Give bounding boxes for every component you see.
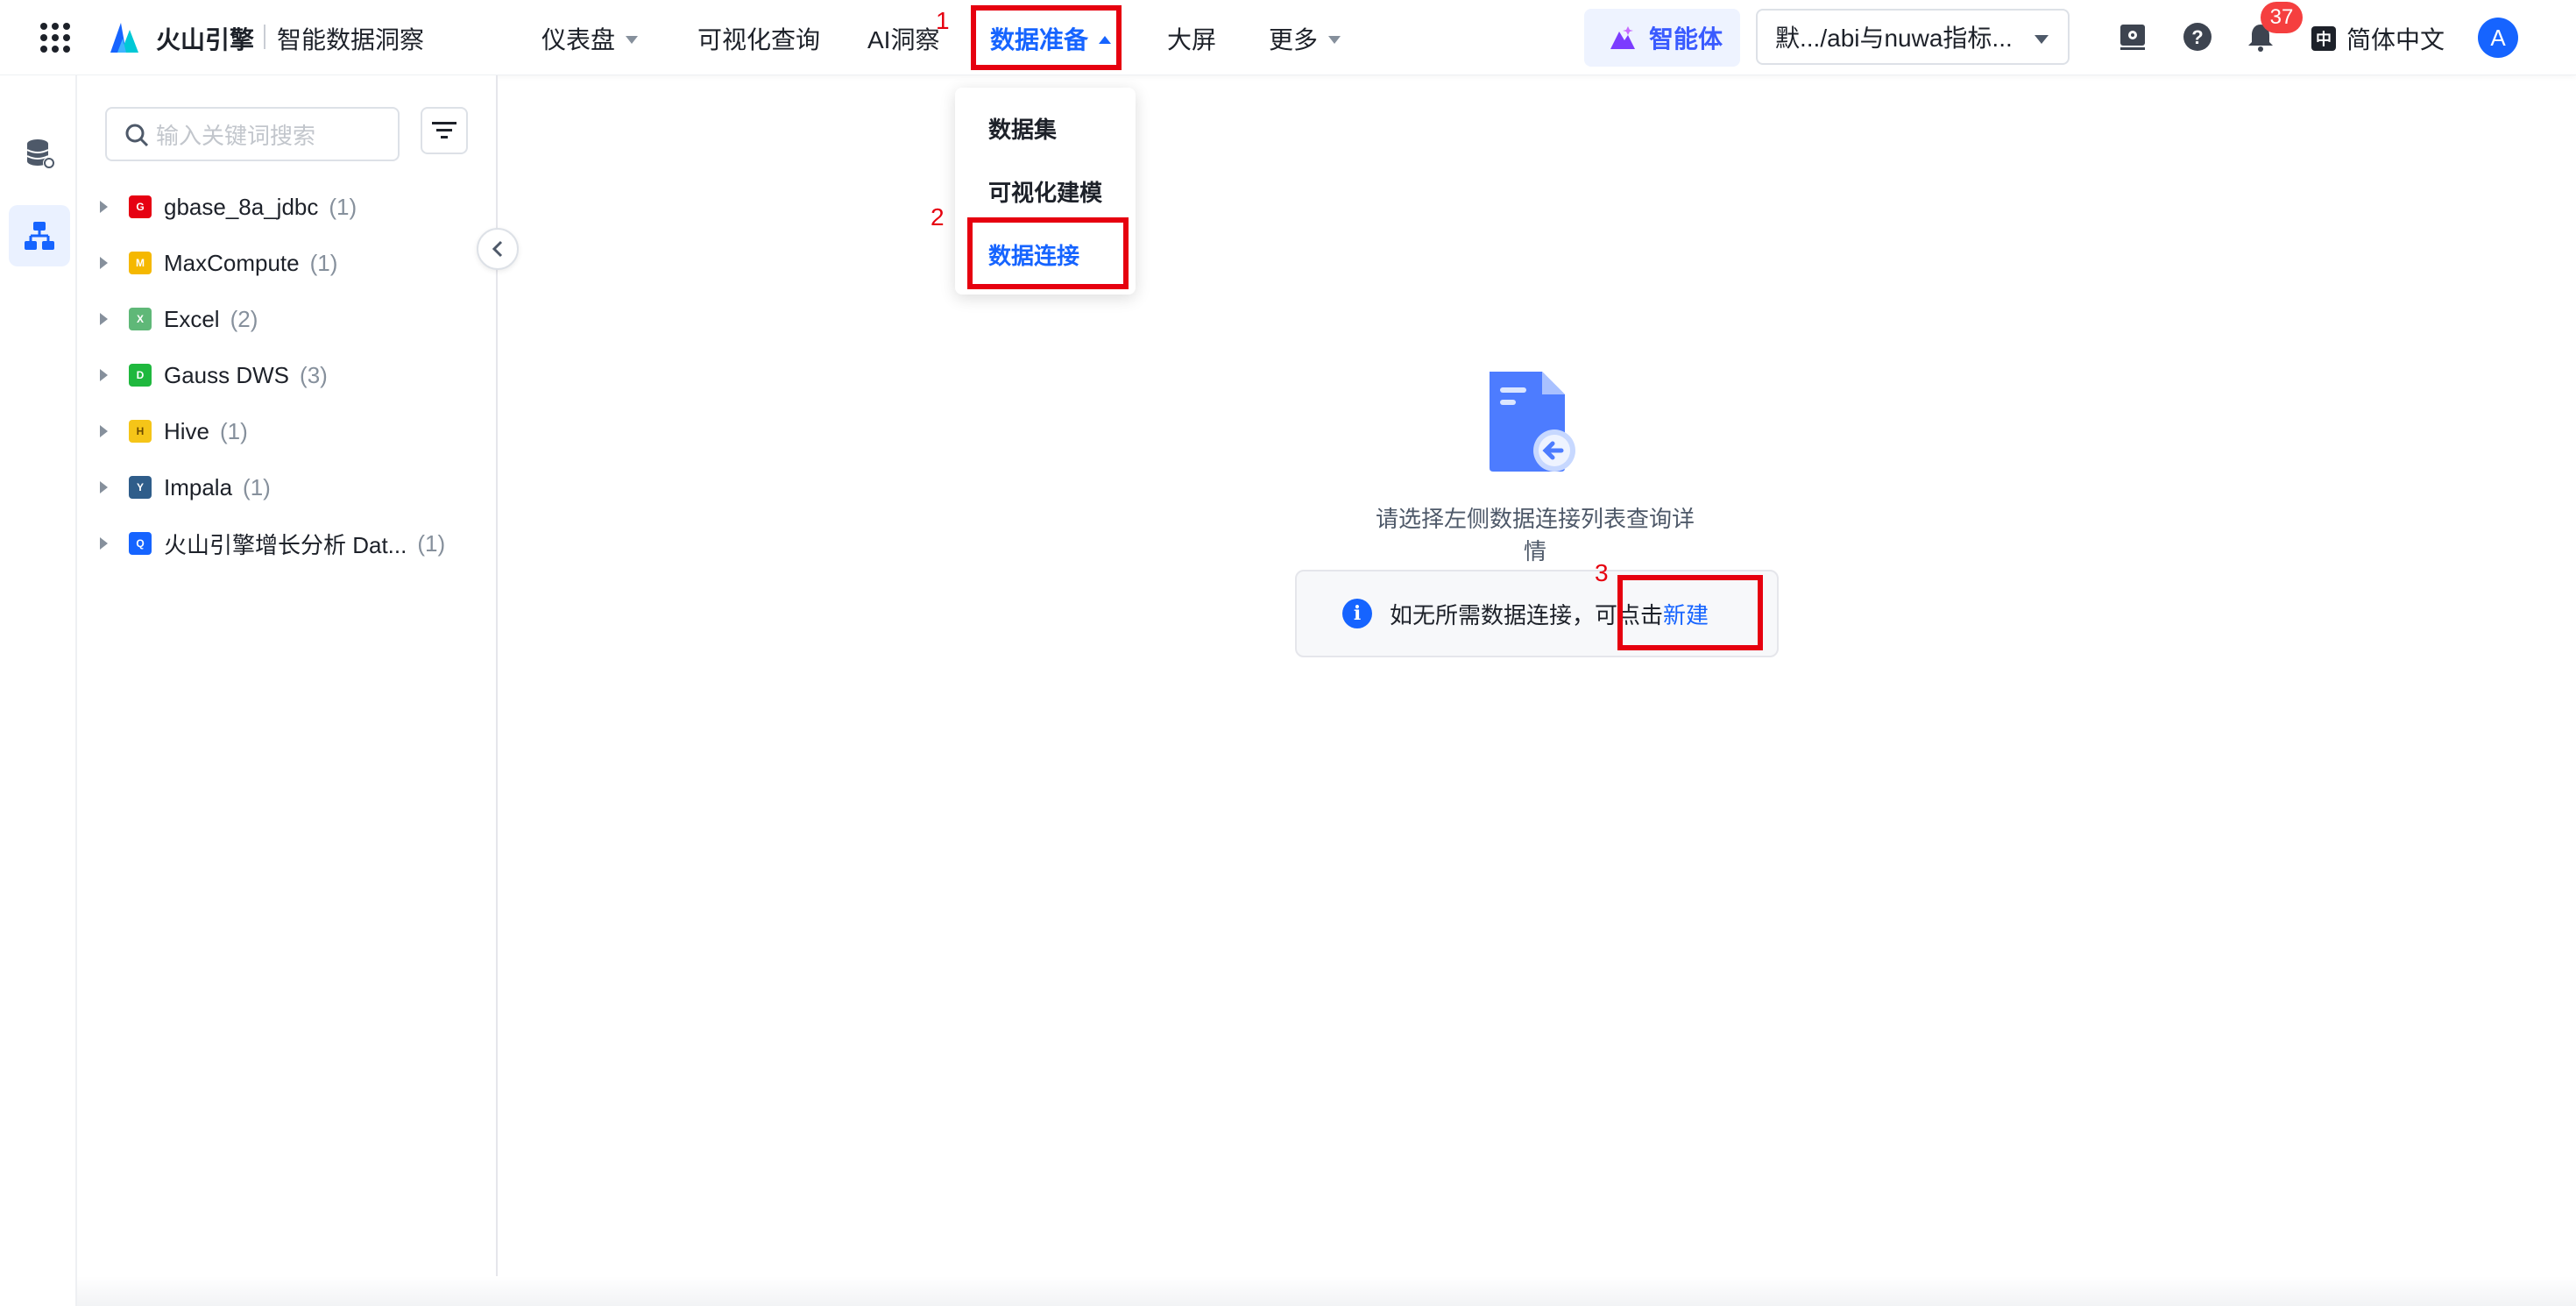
- volcengine-logo: [110, 23, 138, 53]
- language-label: 简体中文: [2346, 26, 2445, 53]
- impala-icon: Y: [129, 476, 152, 499]
- chevron-up-icon: [1099, 35, 1112, 44]
- caret-right-icon: [100, 257, 108, 269]
- annotation-box-step-3: [1617, 575, 1763, 650]
- nav-ai-insight[interactable]: AI洞察: [867, 21, 939, 56]
- data-connection-icon: [25, 222, 54, 250]
- search-icon: [125, 124, 149, 147]
- monitor-settings-icon[interactable]: [2117, 21, 2148, 53]
- brand-divider: [264, 25, 265, 49]
- nav-ai-insight-label: AI洞察: [867, 26, 940, 53]
- connection-item-gbase[interactable]: G gbase_8a_jdbc (1): [77, 181, 489, 233]
- search-input[interactable]: 输入关键词搜索: [105, 107, 400, 161]
- connection-count: (1): [417, 529, 446, 557]
- menu-item-visual-modeling[interactable]: 可视化建模: [988, 175, 1102, 208]
- chevron-down-icon: [626, 35, 639, 44]
- agent-button[interactable]: 智能体: [1584, 9, 1740, 67]
- caret-right-icon: [100, 369, 108, 381]
- chevron-left-icon: [492, 240, 503, 258]
- datafinder-icon: Q: [129, 532, 152, 555]
- connection-name: MaxCompute: [164, 249, 300, 276]
- rail-database-settings[interactable]: [9, 123, 70, 184]
- connection-item-excel[interactable]: X Excel (2): [77, 293, 489, 345]
- caret-right-icon: [100, 313, 108, 325]
- connection-count: (1): [309, 249, 338, 276]
- help-icon[interactable]: ?: [2182, 21, 2213, 53]
- left-icon-rail: [0, 75, 77, 1306]
- language-icon: 中: [2311, 26, 2336, 51]
- rail-data-connection[interactable]: [9, 205, 70, 266]
- brand-name: 火山引擎: [156, 26, 255, 53]
- connection-count: (3): [300, 361, 328, 388]
- maxcompute-icon: M: [129, 252, 152, 274]
- connection-name: Impala: [164, 473, 233, 500]
- connection-item-datafinder[interactable]: Q 火山引擎增长分析 Dat... (1): [77, 517, 489, 570]
- connection-name: Excel: [164, 305, 220, 332]
- connection-name: gbase_8a_jdbc: [164, 193, 319, 220]
- nav-more-label: 更多: [1269, 26, 1319, 53]
- connection-name: Gauss DWS: [164, 361, 290, 388]
- agent-mountain-icon: [1610, 26, 1635, 49]
- connection-count: (1): [220, 417, 248, 444]
- nav-visual-query-label: 可视化查询: [697, 26, 821, 53]
- nav-dashboard-label: 仪表盘: [541, 26, 616, 53]
- nav-big-screen[interactable]: 大屏: [1167, 21, 1216, 56]
- gbase-icon: G: [129, 195, 152, 218]
- connection-count: (2): [230, 305, 258, 332]
- annotation-step-1: 1: [936, 7, 950, 34]
- caret-right-icon: [100, 537, 108, 550]
- filter-icon: [432, 122, 456, 138]
- nav-dashboard[interactable]: 仪表盘: [541, 21, 639, 56]
- notification-count-badge: 37: [2261, 2, 2303, 33]
- caret-right-icon: [100, 201, 108, 213]
- svg-text:?: ?: [2191, 26, 2203, 48]
- language-switcher[interactable]: 中 简体中文: [2311, 21, 2445, 56]
- nav-data-prep-label: 数据准备: [990, 26, 1089, 53]
- product-name: 智能数据洞察: [277, 26, 425, 53]
- connection-item-maxcompute[interactable]: M MaxCompute (1): [77, 237, 489, 289]
- connection-name: 火山引擎增长分析 Dat...: [164, 531, 407, 558]
- database-settings-icon: [26, 139, 55, 169]
- nav-data-prep[interactable]: 数据准备: [990, 21, 1112, 56]
- empty-document-icon: [1490, 372, 1575, 472]
- empty-state-text: 请选择左侧数据连接列表查询详情: [1375, 506, 1695, 564]
- connection-count: (1): [243, 473, 271, 500]
- project-selector[interactable]: 默.../abi与nuwa指标...: [1756, 9, 2070, 65]
- info-icon: i: [1342, 599, 1372, 628]
- chevron-down-icon: [1328, 35, 1341, 44]
- top-navigation-bar: 火山引擎 智能数据洞察 仪表盘 可视化查询 AI洞察 1 数据准备 大屏 更多 …: [0, 0, 2576, 75]
- caret-right-icon: [100, 425, 108, 437]
- connection-item-gauss-dws[interactable]: D Gauss DWS (3): [77, 349, 489, 401]
- filter-button[interactable]: [421, 107, 468, 154]
- annotation-step-3: 3: [1595, 559, 1609, 586]
- gauss-icon: D: [129, 364, 152, 387]
- bottom-edge: [77, 1276, 2576, 1306]
- project-selector-value: 默.../abi与nuwa指标...: [1775, 25, 2013, 52]
- agent-label: 智能体: [1649, 25, 1723, 53]
- user-avatar[interactable]: A: [2478, 18, 2518, 58]
- connection-count: (1): [329, 193, 357, 220]
- annotation-box-step-2: [967, 217, 1129, 289]
- menu-item-dataset[interactable]: 数据集: [988, 112, 1057, 145]
- annotation-step-2: 2: [931, 203, 945, 231]
- caret-right-icon: [100, 481, 108, 493]
- hive-icon: H: [129, 420, 152, 443]
- app-launcher-icon[interactable]: [40, 23, 70, 53]
- chevron-down-icon: [2035, 35, 2049, 44]
- nav-visual-query[interactable]: 可视化查询: [697, 21, 820, 56]
- collapse-sidebar-button[interactable]: [477, 228, 519, 270]
- excel-icon: X: [129, 308, 152, 330]
- connection-name: Hive: [164, 417, 210, 444]
- connection-item-hive[interactable]: H Hive (1): [77, 405, 489, 458]
- nav-more[interactable]: 更多: [1269, 21, 1341, 56]
- connection-sidebar: 输入关键词搜索 G gbase_8a_jdbc (1) M MaxCompute…: [77, 75, 498, 1306]
- nav-big-screen-label: 大屏: [1167, 26, 1217, 53]
- connection-item-impala[interactable]: Y Impala (1): [77, 461, 489, 514]
